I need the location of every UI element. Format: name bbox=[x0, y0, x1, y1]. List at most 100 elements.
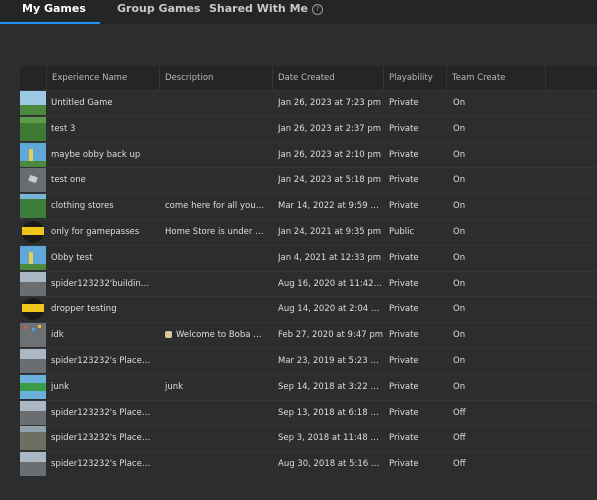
experience-name-cell[interactable]: maybe obby back up bbox=[51, 143, 151, 168]
playability-cell: Private bbox=[389, 175, 419, 186]
game-thumbnail[interactable] bbox=[20, 297, 46, 322]
experience-name-cell[interactable]: Obby test bbox=[51, 246, 151, 271]
table-row[interactable]: Obby test Jan 4, 2021 at 12:33 pm Private O… bbox=[20, 244, 597, 271]
team-create-cell: On bbox=[453, 123, 466, 134]
description-text: Home Store is under co… bbox=[165, 226, 265, 237]
table-row[interactable]: test 3 Jan 26, 2023 at 2:37 pm Private On bbox=[20, 115, 597, 142]
description-cell: Welcome to Boba C… bbox=[165, 323, 265, 348]
playability-cell: Private bbox=[389, 355, 419, 366]
table-row[interactable]: only for gamepasses Home Store is under c… bbox=[20, 218, 597, 245]
game-thumbnail[interactable] bbox=[20, 348, 46, 373]
date-created-cell: Mar 14, 2022 at 9:59 am bbox=[278, 201, 383, 212]
tab-shared-with-me-label: Shared With Me bbox=[209, 2, 308, 15]
tab-group-games[interactable]: Group Games bbox=[117, 0, 200, 24]
game-thumbnail[interactable] bbox=[20, 116, 46, 141]
table-row[interactable]: Untitled Game Jan 26, 2023 at 7:23 pm Priv… bbox=[20, 90, 597, 116]
table-row[interactable]: idk Welcome to Boba C… Feb 27, 2020 at 9:4… bbox=[20, 322, 597, 348]
experience-name-cell[interactable]: spider123232's Place N… bbox=[51, 452, 151, 477]
experience-name-cell[interactable]: spider123232's Place N… bbox=[51, 349, 151, 374]
table-row[interactable]: test one Jan 24, 2023 at 5:18 pm Private On bbox=[20, 167, 597, 194]
tab-shared-with-me[interactable]: Shared With Me? bbox=[209, 0, 323, 24]
game-thumbnail[interactable] bbox=[20, 426, 46, 451]
team-create-cell: On bbox=[453, 381, 466, 392]
experience-name-cell[interactable]: clothing stores bbox=[51, 194, 151, 219]
playability-cell: Private bbox=[389, 278, 419, 289]
table-row[interactable]: clothing stores come here for all your … M… bbox=[20, 193, 597, 219]
description-cell bbox=[165, 117, 265, 142]
game-thumbnail[interactable] bbox=[20, 400, 46, 425]
description-cell: junk bbox=[165, 375, 265, 400]
team-create-cell: Off bbox=[453, 433, 466, 444]
description-cell bbox=[165, 272, 265, 297]
experience-name-cell[interactable]: idk bbox=[51, 323, 151, 348]
description-text: come here for all your … bbox=[165, 201, 265, 212]
column-header-playability[interactable]: Playability bbox=[383, 66, 446, 90]
column-header-description[interactable]: Description bbox=[159, 66, 272, 90]
date-created-cell: Mar 23, 2019 at 5:23 am bbox=[278, 355, 383, 366]
date-created-cell: Jan 26, 2023 at 7:23 pm bbox=[278, 98, 382, 108]
game-thumbnail[interactable] bbox=[20, 323, 46, 348]
playability-cell: Private bbox=[389, 149, 419, 160]
experience-name-cell[interactable]: dropper testing bbox=[51, 297, 151, 322]
playability-cell: Private bbox=[389, 407, 419, 418]
game-thumbnail[interactable] bbox=[20, 219, 46, 244]
description-cell bbox=[165, 426, 265, 451]
playability-cell: Private bbox=[389, 330, 419, 341]
playability-cell: Private bbox=[389, 459, 419, 470]
table-row[interactable]: spider123232's Place N… Sep 3, 2018 at 11… bbox=[20, 425, 597, 452]
experience-name-cell[interactable]: spider123232's Place N… bbox=[51, 401, 151, 426]
table-row[interactable]: spider123232's Place N… Sep 13, 2018 at 6… bbox=[20, 399, 597, 426]
date-created-cell: Jan 24, 2021 at 9:35 pm bbox=[278, 226, 382, 237]
table-row[interactable]: spider123232's Place N… Mar 23, 2019 at 5… bbox=[20, 347, 597, 374]
table-row[interactable]: dropper testing Aug 14, 2020 at 2:04 am Pr… bbox=[20, 296, 597, 323]
table-row[interactable]: junk junk Sep 14, 2018 at 3:22 am Private On bbox=[20, 373, 597, 400]
description-cell bbox=[165, 246, 265, 271]
date-created-cell: Jan 26, 2023 at 2:10 pm bbox=[278, 149, 382, 160]
description-text: Welcome to Boba C… bbox=[176, 330, 265, 341]
column-header-team-create[interactable]: Team Create bbox=[446, 66, 545, 90]
description-cell bbox=[165, 297, 265, 322]
table-row[interactable]: maybe obby back up Jan 26, 2023 at 2:10 p… bbox=[20, 141, 597, 168]
column-header-name[interactable]: Experience Name bbox=[46, 66, 159, 90]
team-create-cell: On bbox=[453, 149, 466, 160]
tab-bar: My Games Group Games Shared With Me? bbox=[0, 0, 597, 24]
tab-group-games-label: Group Games bbox=[117, 2, 201, 15]
table-row[interactable]: spider123232's Place N… Aug 30, 2018 at 5… bbox=[20, 451, 597, 477]
experience-name-cell[interactable]: spider123232's Place N… bbox=[51, 426, 151, 451]
game-thumbnail[interactable] bbox=[20, 168, 46, 193]
boba-emoji-icon bbox=[165, 331, 172, 339]
experience-name-cell[interactable]: junk bbox=[51, 375, 151, 400]
date-created-cell: Feb 27, 2020 at 9:47 pm bbox=[278, 330, 383, 341]
team-create-cell: Off bbox=[453, 407, 466, 418]
tab-my-games-label: My Games bbox=[22, 2, 86, 15]
game-thumbnail[interactable] bbox=[20, 452, 46, 477]
description-cell bbox=[165, 143, 265, 168]
experience-name-cell[interactable]: spider123232'building t… bbox=[51, 272, 151, 297]
date-created-cell: Jan 26, 2023 at 2:37 pm bbox=[278, 123, 382, 134]
tab-my-games[interactable]: My Games bbox=[22, 0, 86, 24]
date-created-cell: Aug 16, 2020 at 11:42 pm bbox=[278, 278, 383, 289]
game-thumbnail[interactable] bbox=[20, 194, 46, 219]
team-create-cell: On bbox=[453, 98, 466, 108]
game-thumbnail[interactable] bbox=[20, 142, 46, 167]
experience-name-cell[interactable]: only for gamepasses bbox=[51, 220, 151, 245]
table-body: Untitled Game Jan 26, 2023 at 7:23 pm Priv… bbox=[20, 90, 597, 477]
experience-name-cell[interactable]: Untitled Game bbox=[51, 91, 151, 116]
experience-name-cell[interactable]: test 3 bbox=[51, 117, 151, 142]
column-header-date[interactable]: Date Created bbox=[272, 66, 383, 90]
team-create-cell: Off bbox=[453, 459, 466, 470]
table-header: Experience Name Description Date Created… bbox=[20, 66, 597, 90]
date-created-cell: Jan 24, 2023 at 5:18 pm bbox=[278, 175, 382, 186]
team-create-cell: On bbox=[453, 278, 466, 289]
playability-cell: Private bbox=[389, 304, 419, 315]
game-thumbnail[interactable] bbox=[20, 91, 46, 115]
game-thumbnail[interactable] bbox=[20, 374, 46, 399]
question-circle-icon[interactable]: ? bbox=[312, 4, 323, 15]
game-thumbnail[interactable] bbox=[20, 245, 46, 270]
date-created-cell: Aug 30, 2018 at 5:16 pm bbox=[278, 459, 383, 470]
team-create-cell: On bbox=[453, 304, 466, 315]
game-thumbnail[interactable] bbox=[20, 271, 46, 296]
team-create-cell: On bbox=[453, 226, 466, 237]
experience-name-cell[interactable]: test one bbox=[51, 168, 151, 193]
table-row[interactable]: spider123232'building t… Aug 16, 2020 at … bbox=[20, 270, 597, 297]
